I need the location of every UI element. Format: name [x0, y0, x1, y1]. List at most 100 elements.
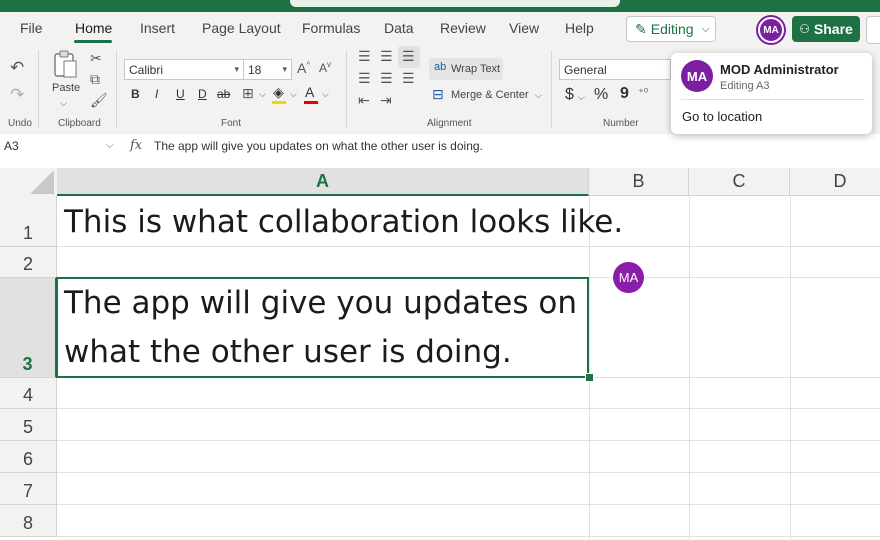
borders-icon[interactable]: ⊞ [242, 85, 254, 102]
selected-cell-border [56, 277, 589, 378]
gridline [589, 196, 590, 540]
people-icon: ⚇ [799, 22, 810, 36]
go-to-location-link[interactable]: Go to location [682, 109, 762, 124]
chevron-down-icon[interactable]: ⌵ [290, 89, 297, 100]
increase-decimal-icon[interactable]: ⁺⁰ [638, 86, 648, 99]
chevron-down-icon[interactable]: ⌵ [60, 98, 67, 109]
divider [681, 99, 865, 100]
row-header-5[interactable]: 5 [0, 409, 57, 441]
font-color-icon[interactable]: A [305, 84, 314, 100]
font-size-value: 18 [248, 62, 262, 77]
column-header-a[interactable]: A [57, 168, 589, 196]
double-underline-button[interactable]: D [198, 87, 207, 101]
undo-group-label: Undo [8, 118, 32, 129]
chevron-down-icon[interactable]: ⌵ [322, 89, 329, 100]
comma-button[interactable]: 9 [620, 85, 629, 103]
collaborator-avatar[interactable]: MA [758, 17, 784, 43]
align-left-icon[interactable]: ☰ [358, 70, 371, 87]
paste-icon[interactable] [52, 50, 78, 80]
divider [38, 50, 39, 128]
name-box[interactable]: A3 [4, 139, 19, 153]
column-header-c[interactable]: C [689, 168, 790, 196]
tab-formulas[interactable]: Formulas [302, 20, 360, 36]
active-tab-indicator [74, 40, 112, 43]
tab-view[interactable]: View [509, 20, 539, 36]
row-header-1[interactable]: 1 [0, 196, 57, 247]
gridline [57, 504, 880, 505]
tab-data[interactable]: Data [384, 20, 414, 36]
tab-home[interactable]: Home [75, 20, 112, 36]
fill-color-swatch [272, 101, 286, 104]
formula-input[interactable]: The app will give you updates on what th… [154, 139, 483, 153]
decrease-font-icon[interactable]: Av [319, 60, 331, 75]
strikethrough-button[interactable]: ab [217, 87, 230, 101]
paste-label[interactable]: Paste [52, 82, 80, 94]
increase-indent-icon[interactable]: ⇥ [380, 92, 392, 109]
italic-button[interactable]: I [155, 87, 158, 101]
alignment-group-label: Alignment [427, 118, 472, 129]
redo-icon[interactable]: ↷ [10, 85, 24, 105]
row-header-4[interactable]: 4 [0, 378, 57, 409]
align-top-icon[interactable]: ☰ [358, 48, 371, 65]
number-format-select[interactable]: General [559, 59, 671, 80]
currency-button[interactable]: $ [565, 86, 574, 104]
chevron-down-icon[interactable]: ⌵ [535, 90, 542, 101]
row-header-3[interactable]: 3 [0, 278, 57, 378]
chevron-down-icon[interactable]: ⌵ [578, 92, 585, 103]
column-header-d[interactable]: D [790, 168, 880, 196]
chevron-down-icon: ▾ [234, 64, 239, 74]
font-group-label: Font [221, 118, 242, 129]
editing-label: Editing [650, 21, 694, 37]
merge-icon[interactable]: ⊟ [432, 86, 444, 103]
chevron-down-icon: ▾ [282, 64, 287, 74]
gridline [689, 196, 690, 540]
align-middle-icon[interactable]: ☰ [380, 48, 393, 65]
gridline [57, 472, 880, 473]
tab-help[interactable]: Help [565, 20, 594, 36]
column-header-b[interactable]: B [589, 168, 689, 196]
tab-file[interactable]: File [20, 20, 43, 36]
align-right-icon[interactable]: ☰ [402, 70, 415, 87]
font-color-swatch [304, 101, 318, 104]
gridline [57, 408, 880, 409]
align-bottom-icon[interactable]: ☰ [402, 48, 415, 65]
fill-handle[interactable] [585, 373, 594, 382]
search-bar-edge[interactable] [290, 0, 620, 7]
percent-button[interactable]: % [594, 86, 608, 104]
merge-center-label[interactable]: Merge & Center [451, 89, 529, 101]
cell-a1[interactable]: This is what collaboration looks like. [64, 197, 623, 247]
tab-insert[interactable]: Insert [140, 20, 175, 36]
undo-icon[interactable]: ↶ [10, 58, 24, 78]
editing-mode-button[interactable]: ✎ Editing ⌵ [626, 16, 716, 42]
tab-review[interactable]: Review [440, 20, 486, 36]
number-format-value: General [564, 62, 607, 77]
tab-page-layout[interactable]: Page Layout [202, 20, 281, 36]
decrease-indent-icon[interactable]: ⇤ [358, 92, 370, 109]
share-button[interactable]: ⚇ Share [792, 16, 860, 42]
clipboard-group-label: Clipboard [58, 118, 101, 129]
pencil-icon: ✎ [635, 20, 647, 37]
chevron-down-icon[interactable]: ⌵ [259, 89, 266, 100]
row-header-8[interactable]: 8 [0, 505, 57, 537]
font-name-value: Calibri [129, 62, 164, 77]
bold-button[interactable]: B [131, 87, 140, 101]
fill-color-icon[interactable]: ◈ [273, 84, 284, 101]
font-size-select[interactable]: 18 ▾ [243, 59, 292, 80]
collaborator-cell-avatar[interactable]: MA [613, 262, 644, 293]
chevron-down-icon[interactable]: ⌵ [106, 140, 114, 151]
wrap-text-icon: ab [434, 61, 447, 73]
underline-button[interactable]: U [176, 87, 185, 101]
function-icon[interactable]: fx [130, 138, 142, 153]
cut-icon[interactable]: ✂ [90, 50, 102, 67]
gridline [57, 536, 880, 537]
align-center-icon[interactable]: ☰ [380, 70, 393, 87]
increase-font-icon[interactable]: A^ [297, 60, 310, 76]
divider [551, 50, 552, 128]
row-header-7[interactable]: 7 [0, 473, 57, 505]
row-header-6[interactable]: 6 [0, 441, 57, 473]
font-name-select[interactable]: Calibri ▾ [124, 59, 244, 80]
comments-button[interactable] [866, 16, 880, 44]
format-painter-icon[interactable]: 🖌 [90, 92, 108, 109]
row-header-2[interactable]: 2 [0, 247, 57, 278]
copy-icon[interactable]: ⧉ [90, 71, 100, 88]
